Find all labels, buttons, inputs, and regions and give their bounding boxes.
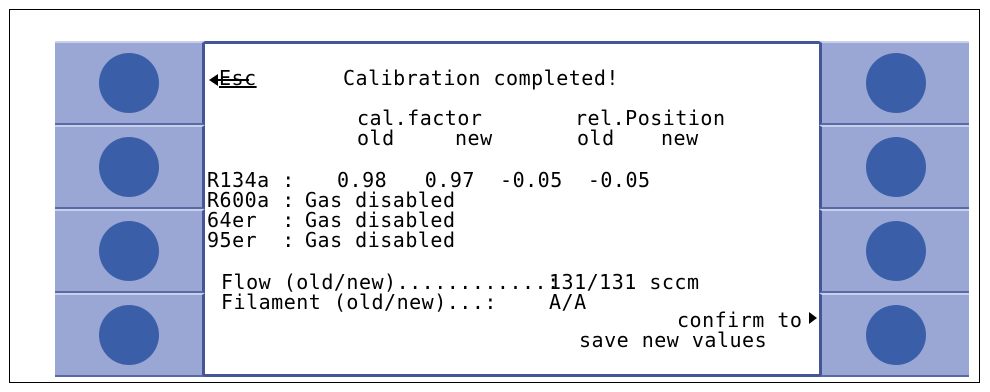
round-button-icon — [865, 305, 926, 365]
row-value: Gas disabled — [305, 208, 456, 232]
header-cal-factor: cal.factor — [357, 106, 483, 130]
round-button-icon — [98, 53, 159, 113]
flow-label: Flow (old/new)............: — [221, 270, 560, 294]
right-softkeys — [819, 41, 969, 377]
round-button-icon — [98, 221, 159, 281]
softkey-left-4[interactable] — [55, 293, 205, 377]
confirm-line-2[interactable]: save new values — [579, 330, 767, 350]
softkey-right-1[interactable] — [819, 41, 969, 125]
row-value: Gas disabled — [305, 228, 456, 252]
row-value: 0.98 0.97 -0.05 -0.05 — [337, 168, 651, 192]
confirm-line-1[interactable]: confirm to — [677, 310, 802, 330]
row-name: R600a : — [207, 188, 295, 212]
screen-title: Calibration completed! — [343, 66, 619, 90]
sub-new-2: new — [661, 126, 699, 150]
filament-label: Filament (old/new)...: — [221, 290, 497, 314]
softkey-left-1[interactable] — [55, 41, 205, 125]
round-button-icon — [98, 305, 159, 365]
softkey-right-2[interactable] — [819, 125, 969, 209]
filament-value: A/A — [549, 290, 587, 314]
round-button-icon — [98, 137, 159, 197]
arrow-right-icon — [809, 312, 817, 324]
row-name: 64er : — [207, 208, 295, 232]
round-button-icon — [865, 137, 926, 197]
lcd-screen: Esc Calibration completed! cal.factor re… — [205, 41, 819, 377]
sub-old-1: old — [357, 126, 395, 150]
row-name: 95er : — [207, 228, 295, 252]
device-panel: Esc Calibration completed! cal.factor re… — [55, 41, 969, 377]
outer-frame: Esc Calibration completed! cal.factor re… — [9, 9, 980, 383]
softkey-right-4[interactable] — [819, 293, 969, 377]
esc-label[interactable]: Esc — [219, 68, 257, 88]
softkey-right-3[interactable] — [819, 209, 969, 293]
round-button-icon — [865, 221, 926, 281]
sub-old-2: old — [577, 126, 615, 150]
softkey-left-2[interactable] — [55, 125, 205, 209]
row-name: R134a : — [207, 168, 295, 192]
left-softkeys — [55, 41, 205, 377]
row-value: Gas disabled — [305, 188, 456, 212]
header-rel-position: rel.Position — [575, 106, 726, 130]
sub-new-1: new — [455, 126, 493, 150]
round-button-icon — [865, 53, 926, 113]
flow-value: 131/131 sccm — [549, 270, 700, 294]
softkey-left-3[interactable] — [55, 209, 205, 293]
